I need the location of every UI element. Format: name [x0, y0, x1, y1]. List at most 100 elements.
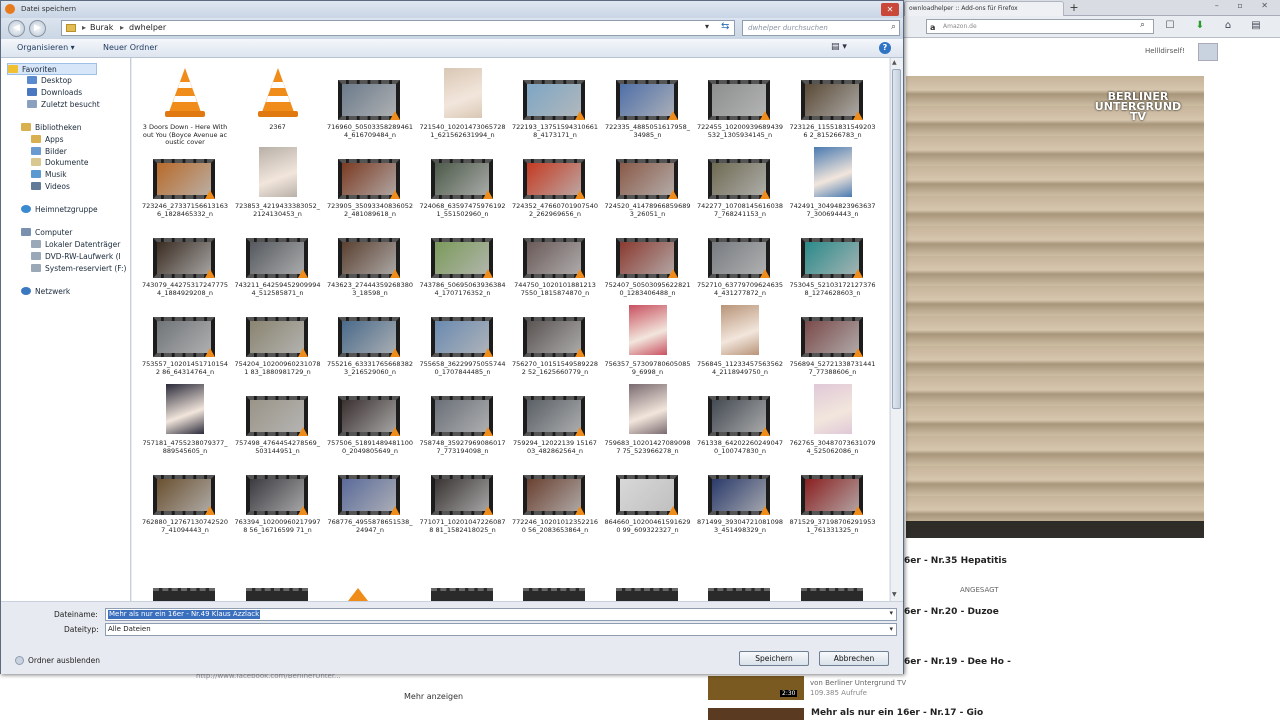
- file-item[interactable]: 723853_4219433383052_2124130453_n: [232, 141, 324, 217]
- window-controls[interactable]: – ▫ ✕: [1215, 1, 1276, 10]
- file-item[interactable]: 772246_102010123522160 56_2083653864_n: [509, 457, 601, 533]
- file-item[interactable]: 761338_642022602490470_100747830_n: [694, 378, 786, 454]
- file-item[interactable]: 756270_101515495892282 52_1625660779_n: [509, 299, 601, 375]
- related-video-channel[interactable]: von Berliner Untergrund TV: [810, 679, 906, 687]
- file-item[interactable]: 722455_10200939689439532_1305934145_n: [694, 62, 786, 138]
- file-item[interactable]: 724068_635974759761921_551502960_n: [417, 141, 509, 217]
- video-player[interactable]: [906, 76, 1204, 538]
- dialog-title-bar[interactable]: Datei speichern ✕: [1, 1, 903, 18]
- sidebar-item-music[interactable]: Musik: [31, 169, 67, 181]
- file-item[interactable]: 759683_102014270890987 75_523966278_n: [602, 378, 694, 454]
- sidebar-item-favorites[interactable]: Favoriten: [7, 63, 97, 75]
- file-item[interactable]: 743623_274443592683803_18598_n: [324, 220, 416, 296]
- forward-button[interactable]: ▶: [29, 20, 46, 37]
- file-item[interactable]: 771071_102010472260878 81_1582418025_n: [417, 457, 509, 533]
- addon-icon[interactable]: ☐: [1164, 20, 1176, 32]
- file-item[interactable]: 864660_102004615916290 99_609322327_n: [602, 457, 694, 533]
- file-item[interactable]: 759294_12022139 1516703_482862564_n: [509, 378, 601, 454]
- menu-icon[interactable]: ▤: [1250, 20, 1262, 32]
- file-item-partial[interactable]: [523, 588, 585, 601]
- file-item[interactable]: 756357_573097806050859_6998_n: [602, 299, 694, 375]
- file-item[interactable]: 3 Doors Down - Here Without You (Boyce A…: [139, 62, 231, 146]
- back-button[interactable]: ◀: [8, 20, 25, 37]
- related-video-title[interactable]: 6er - Nr.19 - Dee Ho -: [904, 657, 1011, 667]
- organize-button[interactable]: Organisieren ▾: [17, 43, 75, 52]
- file-item-partial[interactable]: [615, 588, 678, 601]
- help-icon[interactable]: ?: [879, 42, 891, 54]
- close-button[interactable]: ✕: [881, 3, 899, 16]
- sidebar-item-local-disk[interactable]: Lokaler Datenträger: [31, 239, 120, 251]
- file-item[interactable]: 716960_505033582894614_616709484_n: [324, 62, 416, 138]
- file-item[interactable]: 723126_115518315492036 2_815266783_n: [787, 62, 879, 138]
- browser-search-input[interactable]: a Amazon.de: [926, 19, 1154, 34]
- file-item[interactable]: 754204_102009602310781 83_1880981729_n: [232, 299, 324, 375]
- file-item[interactable]: 721540_102014730657281_621562631994_n: [417, 62, 509, 138]
- file-item[interactable]: 723246_273371566131636_1828465332_n: [139, 141, 231, 217]
- file-item[interactable]: 871529_371987062919531_761331325_n: [787, 457, 879, 533]
- file-item[interactable]: 753045_521031721273768_1274628603_n: [787, 220, 879, 296]
- filename-value[interactable]: Mehr als nur ein 16er - Nr.49 Klaus Azzl…: [108, 610, 261, 619]
- file-item[interactable]: 723905_350933408360522_481089618_n: [324, 141, 416, 217]
- new-tab-button[interactable]: +: [1066, 1, 1082, 15]
- file-item[interactable]: 743211_642594529099944_512585871_n: [232, 220, 324, 296]
- file-item-partial[interactable]: [708, 588, 770, 601]
- related-video-title[interactable]: 6er - Nr.35 Hepatitis: [904, 556, 1007, 566]
- related-video-thumbnail[interactable]: [708, 708, 804, 720]
- sidebar-item-dvd[interactable]: DVD-RW-Laufwerk (I: [31, 251, 121, 263]
- scrollbar-thumb[interactable]: [892, 69, 901, 409]
- file-item[interactable]: 871499_393047210810983_451498329_n: [694, 457, 786, 533]
- file-item[interactable]: 763394_102009602179978 56_16716599 71_n: [232, 457, 324, 533]
- related-video-title[interactable]: 6er - Nr.20 - Duzoe: [904, 607, 999, 617]
- scroll-down-arrow-icon[interactable]: ▼: [892, 591, 897, 598]
- sidebar-item-system-reserved[interactable]: System-reserviert (F:): [31, 263, 126, 275]
- file-item[interactable]: 752710_637797096246354_431277872_n: [694, 220, 786, 296]
- file-item[interactable]: 743079_442753172477754_1884929208_n: [139, 220, 231, 296]
- file-item[interactable]: 755658_362299750557440_1707844485_n: [417, 299, 509, 375]
- file-item-partial[interactable]: [800, 588, 863, 601]
- file-item-partial[interactable]: [245, 588, 308, 601]
- sidebar-item-homegroup[interactable]: Heimnetzgruppe: [21, 204, 98, 216]
- download-arrow-icon[interactable]: ⬇: [1194, 20, 1206, 32]
- file-item[interactable]: 758748_359279690860177_773194098_n: [417, 378, 509, 454]
- search-input[interactable]: dwhelper durchsuchen ⌕: [742, 20, 900, 36]
- chevron-down-icon[interactable]: ▾: [889, 624, 893, 635]
- breadcrumb-separator-icon[interactable]: ▸: [82, 23, 86, 32]
- sidebar-item-desktop[interactable]: Desktop: [27, 75, 72, 87]
- file-item[interactable]: 722193_137515943106618_4173171_n: [509, 62, 601, 138]
- file-item[interactable]: 744750_1020101881213 7550_1815874870_n: [509, 220, 601, 296]
- sidebar-item-documents[interactable]: Dokumente: [31, 157, 88, 169]
- sidebar-item-network[interactable]: Netzwerk: [21, 286, 70, 298]
- sidebar-item-downloads[interactable]: Downloads: [27, 87, 82, 99]
- video-controls[interactable]: [906, 521, 1204, 538]
- file-item[interactable]: 724520_414789668596893_26051_n: [602, 141, 694, 217]
- sidebar-item-libraries[interactable]: Bibliotheken: [21, 122, 82, 134]
- file-item[interactable]: 742491_304948239636377_300694443_n: [787, 141, 879, 217]
- file-item[interactable]: 768776_4955878651538_24947_n: [324, 457, 416, 533]
- file-item[interactable]: 762880_127671307425207_41094443_n: [139, 457, 231, 533]
- breadcrumb[interactable]: ▸ Burak ▸ dwhelper ▾ ⇆: [61, 20, 735, 36]
- new-folder-button[interactable]: Neuer Ordner: [103, 43, 158, 52]
- sidebar-item-videos[interactable]: Videos: [31, 181, 70, 193]
- view-options-icon[interactable]: ▤ ▾: [831, 42, 847, 52]
- chevron-down-icon[interactable]: ▾: [705, 22, 709, 31]
- file-item[interactable]: 752407_505030956228210_1283406488_n: [602, 220, 694, 296]
- show-more-button[interactable]: Mehr anzeigen: [404, 692, 463, 701]
- chevron-down-icon[interactable]: ▾: [889, 609, 893, 617]
- sidebar-item-apps[interactable]: Apps: [31, 134, 64, 146]
- search-icon[interactable]: ⌕: [891, 22, 896, 32]
- avatar[interactable]: [1198, 43, 1218, 61]
- home-icon[interactable]: ⌂: [1222, 20, 1234, 32]
- file-item[interactable]: 757498_4764454278569_503144951_n: [232, 378, 324, 454]
- file-item-partial[interactable]: [338, 588, 400, 601]
- file-item[interactable]: 757506_518914894811000_2049805649_n: [324, 378, 416, 454]
- file-item[interactable]: 724352_476607019075402_262969656_n: [509, 141, 601, 217]
- refresh-icon[interactable]: ⇆: [721, 21, 729, 32]
- file-item[interactable]: 722335_4885051617958_34985_n: [602, 62, 694, 138]
- sidebar-item-recent[interactable]: Zuletzt besucht: [27, 99, 100, 111]
- file-item-partial[interactable]: [430, 588, 493, 601]
- breadcrumb-item[interactable]: dwhelper: [129, 23, 166, 32]
- save-button[interactable]: Speichern: [739, 651, 809, 666]
- filetype-select[interactable]: Alle Dateien ▾: [105, 623, 897, 636]
- scroll-up-arrow-icon[interactable]: ▲: [892, 59, 897, 66]
- filename-field[interactable]: Mehr als nur ein 16er - Nr.49 Klaus Azzl…: [105, 608, 897, 621]
